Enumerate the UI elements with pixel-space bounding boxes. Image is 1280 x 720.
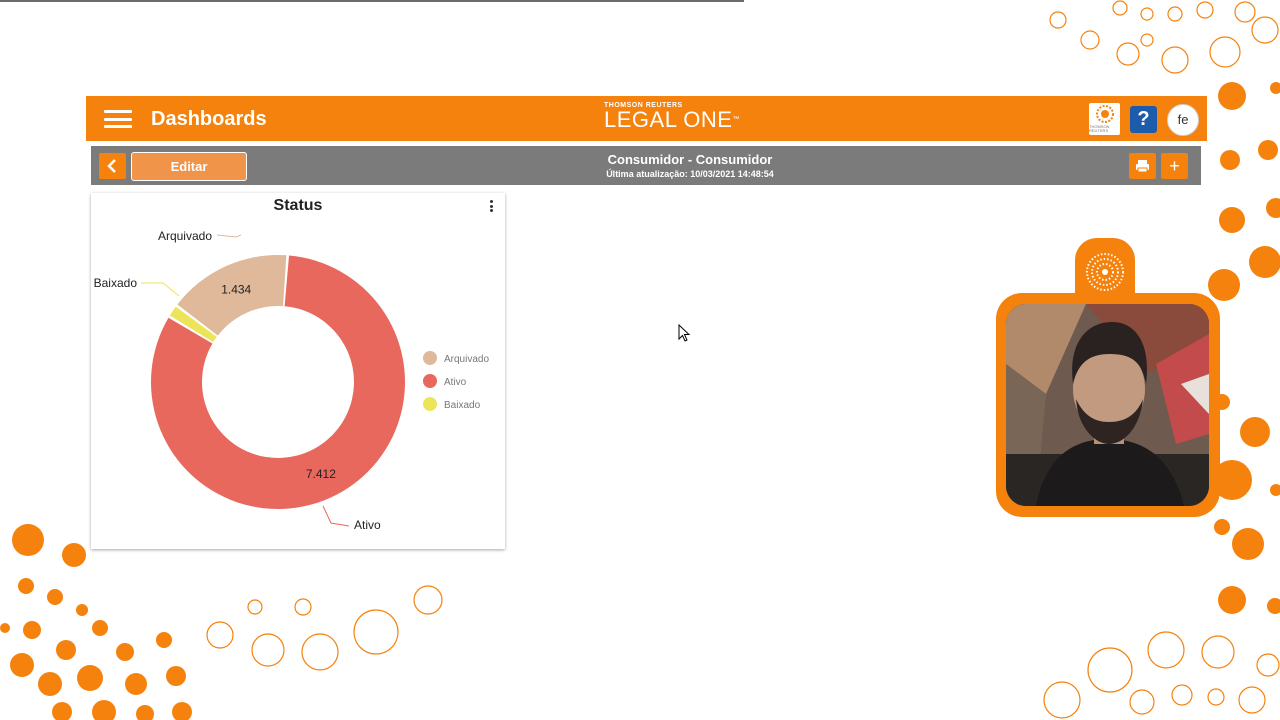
legend-marker-baixado — [423, 397, 437, 411]
menu-icon[interactable] — [104, 110, 132, 128]
page-title: Dashboards — [151, 108, 267, 130]
thomson-reuters-icon — [1086, 253, 1124, 291]
legend-label-baixado: Baixado — [444, 400, 481, 411]
legal-one-logo: THOMSON REUTERS LEGAL ONE™ — [604, 102, 740, 132]
presenter-video — [1006, 304, 1209, 506]
mouse-cursor-icon — [678, 324, 691, 342]
legend-marker-ativo — [423, 374, 437, 388]
printer-icon — [1136, 160, 1149, 173]
status-donut-chart: 1.434 7.412 Arquivado Ativo Baixado Arquivado… — [94, 229, 490, 532]
add-widget-button[interactable]: + — [1161, 153, 1188, 179]
category-label-arquivado: Arquivado — [158, 229, 212, 243]
app-header: Dashboards THOMSON REUTERS LEGAL ONE™ TH… — [86, 96, 1207, 141]
dashboard-toolbar: Editar Consumidor - Consumidor Última at… — [91, 146, 1201, 185]
data-label-ativo: 7.412 — [306, 467, 336, 481]
category-label-baixado: Baixado — [94, 276, 138, 290]
legend-label-arquivado: Arquivado — [444, 354, 489, 365]
thomson-reuters-logo-button[interactable]: THOMSON REUTERS — [1089, 103, 1120, 135]
help-button[interactable]: ? — [1130, 106, 1157, 133]
thomson-reuters-icon — [1095, 105, 1114, 123]
top-divider-line — [0, 0, 744, 2]
status-chart-card: Status 1.434 7.412 Arquivado Ativo Baixado Ar… — [91, 193, 505, 549]
category-label-ativo: Ativo — [354, 518, 381, 532]
dashboard-name: Consumidor - Consumidor — [607, 152, 773, 167]
leader-line-ativo — [322, 505, 350, 527]
last-updated: Última atualização: 10/03/2021 14:48:54 — [606, 169, 774, 179]
user-avatar[interactable]: fe — [1167, 104, 1199, 136]
print-button[interactable] — [1129, 153, 1156, 179]
legend-marker-arquivado — [423, 351, 437, 365]
legend-label-ativo: Ativo — [444, 377, 467, 388]
leader-line-arquivado — [216, 234, 242, 238]
presenter-image — [1006, 304, 1209, 506]
leader-line-baixado — [141, 282, 180, 297]
data-label-arquivado: 1.434 — [221, 282, 251, 296]
